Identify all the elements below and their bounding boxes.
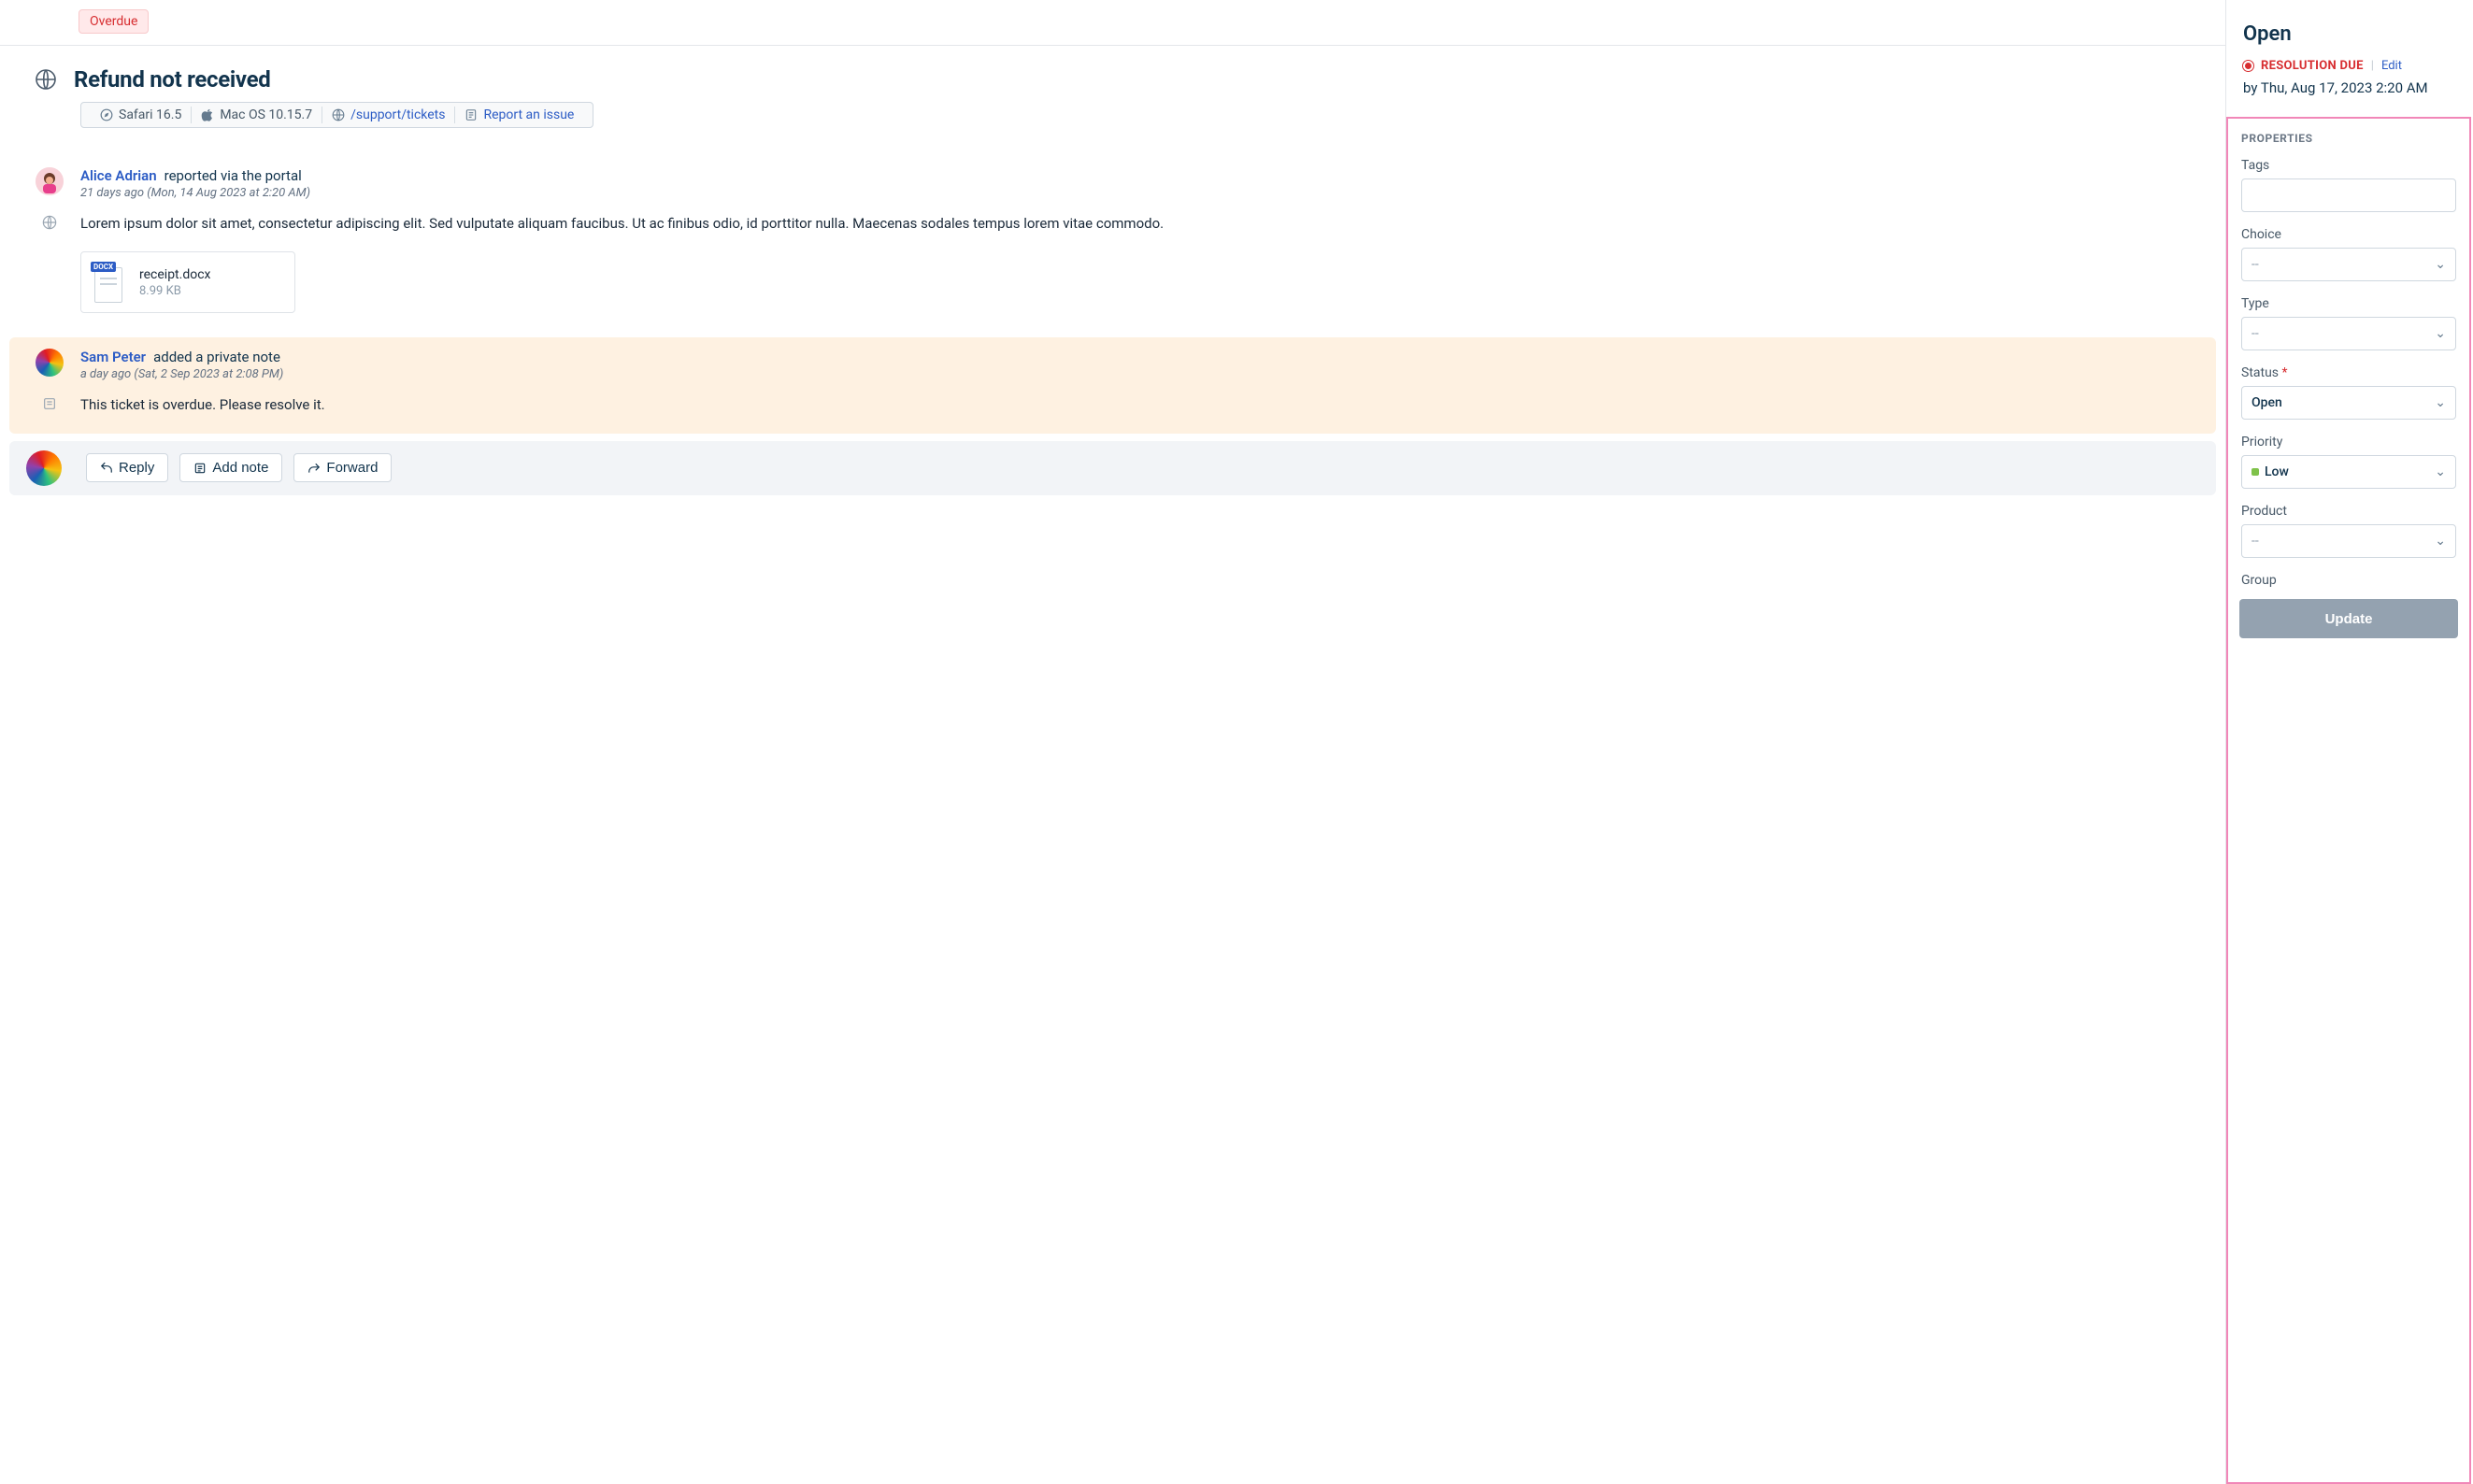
attachment-name: receipt.docx: [139, 267, 210, 282]
path-link: /support/tickets: [350, 107, 445, 122]
chevron-down-icon: ⌄: [2435, 257, 2446, 272]
status-label: Status *: [2241, 365, 2456, 380]
tags-input[interactable]: [2241, 178, 2456, 212]
resolution-due-label: RESOLUTION DUE: [2261, 59, 2364, 73]
resolution-due-time: by Thu, Aug 17, 2023 2:20 AM: [2243, 78, 2456, 98]
report-issue-link: Report an issue: [483, 107, 574, 122]
forward-button[interactable]: Forward: [293, 453, 392, 482]
author-name[interactable]: Alice Adrian: [80, 167, 157, 184]
status-heading: Open: [2243, 22, 2456, 46]
author-action: reported via the portal: [164, 167, 302, 184]
compass-icon: [100, 108, 113, 121]
reply-icon: [100, 462, 113, 475]
priority-dot-icon: [2251, 468, 2259, 476]
chevron-down-icon: ⌄: [2435, 464, 2446, 479]
avatar: [36, 167, 64, 195]
add-note-button[interactable]: Add note: [179, 453, 282, 482]
os-meta: Mac OS 10.15.7: [192, 107, 322, 122]
sidebar: Open RESOLUTION DUE | Edit by Thu, Aug 1…: [2225, 0, 2473, 1484]
edit-due-link[interactable]: Edit: [2381, 59, 2402, 73]
message-body: Lorem ipsum dolor sit amet, consectetur …: [80, 213, 1164, 235]
chevron-down-icon: ⌄: [2435, 534, 2446, 549]
priority-label: Priority: [2241, 435, 2456, 449]
type-select[interactable]: -- ⌄: [2241, 317, 2456, 350]
note-icon: [36, 394, 64, 411]
update-button[interactable]: Update: [2239, 599, 2458, 638]
priority-select[interactable]: Low ⌄: [2241, 455, 2456, 489]
product-select[interactable]: -- ⌄: [2241, 524, 2456, 558]
group-label: Group: [2241, 573, 2456, 588]
report-icon: [465, 108, 478, 121]
properties-panel: PROPERTIES Tags Choice -- ⌄ Type -- ⌄: [2226, 117, 2471, 1484]
page-title: Refund not received: [74, 66, 271, 93]
browser-meta: Safari 16.5: [91, 107, 191, 122]
chevron-down-icon: ⌄: [2435, 395, 2446, 410]
browser-text: Safari 16.5: [119, 107, 181, 122]
avatar: [36, 349, 64, 377]
product-label: Product: [2241, 504, 2456, 519]
overdue-dot-icon: [2243, 61, 2253, 71]
reply-actions-bar: Reply Add note Forward: [9, 441, 2216, 495]
overdue-badge: Overdue: [79, 9, 149, 34]
path-meta[interactable]: /support/tickets: [322, 107, 454, 122]
report-issue-meta[interactable]: Report an issue: [455, 107, 583, 122]
private-note-entry: Sam Peter added a private note a day ago…: [9, 337, 2216, 433]
top-strip: Overdue: [0, 0, 2225, 46]
apple-icon: [201, 108, 214, 121]
tags-label: Tags: [2241, 158, 2456, 173]
choice-select[interactable]: -- ⌄: [2241, 248, 2456, 281]
docx-icon: DOCX: [91, 262, 126, 303]
chevron-down-icon: ⌄: [2435, 326, 2446, 341]
status-select[interactable]: Open ⌄: [2241, 386, 2456, 420]
message-entry: Alice Adrian reported via the portal 21 …: [9, 156, 2216, 330]
globe-icon: [36, 213, 64, 230]
globe-icon: [35, 68, 57, 91]
choice-label: Choice: [2241, 227, 2456, 242]
author-action: added a private note: [153, 349, 280, 365]
message-body: This ticket is overdue. Please resolve i…: [80, 394, 325, 416]
attachment-size: 8.99 KB: [139, 284, 210, 298]
context-metadata: Safari 16.5 Mac OS 10.15.7 /support/tick…: [80, 102, 593, 128]
timestamp: a day ago (Sat, 2 Sep 2023 at 2:08 PM): [80, 367, 2197, 381]
properties-title: PROPERTIES: [2241, 132, 2456, 145]
os-text: Mac OS 10.15.7: [220, 107, 312, 122]
globe-icon: [332, 108, 345, 121]
type-label: Type: [2241, 296, 2456, 311]
attachment-card[interactable]: DOCX receipt.docx 8.99 KB: [80, 251, 295, 313]
note-icon: [193, 462, 207, 475]
avatar: [26, 450, 62, 486]
reply-button[interactable]: Reply: [86, 453, 168, 482]
timestamp: 21 days ago (Mon, 14 Aug 2023 at 2:20 AM…: [80, 186, 2197, 200]
forward-icon: [307, 462, 321, 475]
author-name[interactable]: Sam Peter: [80, 349, 146, 365]
